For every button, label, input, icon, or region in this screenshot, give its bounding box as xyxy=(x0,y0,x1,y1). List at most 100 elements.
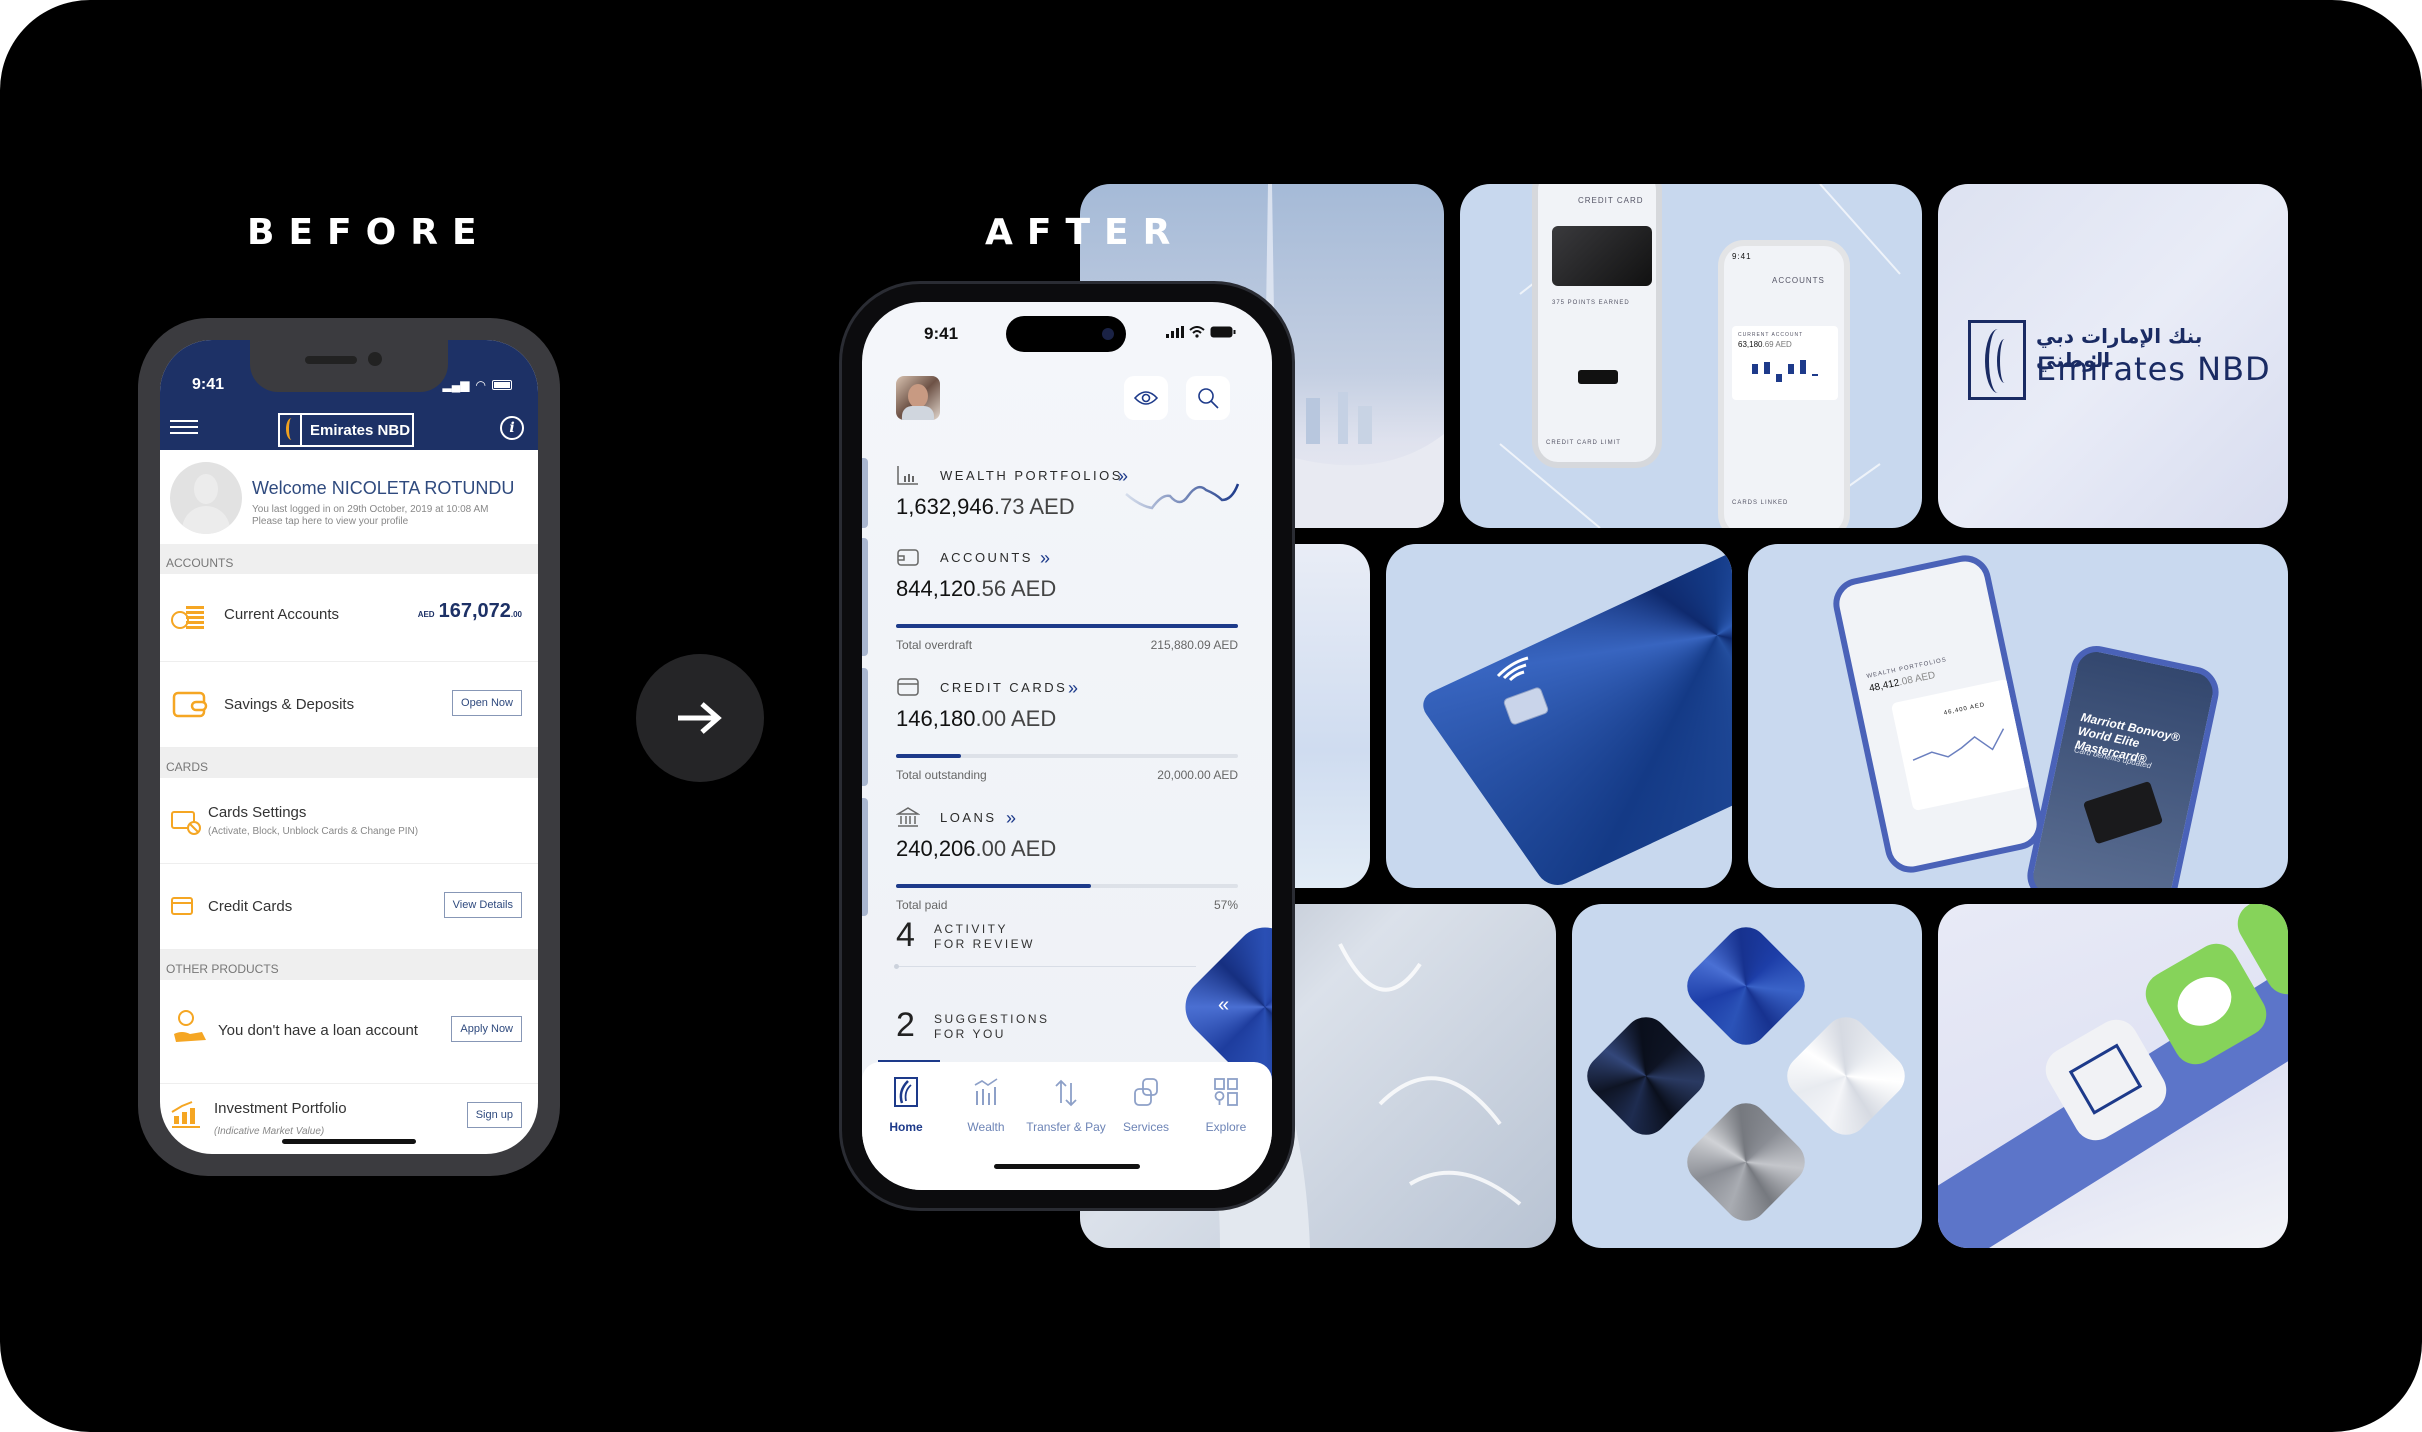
brand-logo: Emirates NBD xyxy=(278,413,414,447)
section-loans[interactable]: LOANS » 240,206.00 AED Total paid 57% xyxy=(862,798,1246,916)
section-other-products: OTHER PRODUCTS xyxy=(160,950,538,980)
explore-grid-icon xyxy=(1214,1078,1238,1106)
home-indicator xyxy=(994,1164,1140,1169)
suggestions-label[interactable]: SUGGESTIONS FOR YOU xyxy=(934,1012,1050,1042)
progress-label: Total overdraft xyxy=(896,638,973,652)
section-credit-cards[interactable]: CREDIT CARDS » 146,180.00 AED Total outs… xyxy=(862,668,1246,786)
progress-value: 20,000.00 AED xyxy=(1157,768,1238,782)
open-now-button[interactable]: Open Now xyxy=(452,690,522,716)
after-phone: 9:41 WEALTH PORTFOLIOS » 1,632,946.73 AE… xyxy=(842,284,1292,1208)
mini-account-card: CURRENT ACCOUNT 63,180.69 AED xyxy=(1732,326,1838,400)
credit-card-icon xyxy=(897,678,919,696)
after-phone-screen: 9:41 WEALTH PORTFOLIOS » 1,632,946.73 AE… xyxy=(862,302,1272,1190)
row-label: Cards Settings xyxy=(208,804,307,821)
chevrons-right-icon[interactable]: » xyxy=(1068,678,1078,699)
wealth-chart-icon xyxy=(897,466,918,485)
home-logo-icon xyxy=(894,1077,918,1107)
mini-phone-card-story: Marriott Bonvoy® World Elite Mastercard®… xyxy=(2022,641,2224,888)
bar-chart-up-icon xyxy=(171,1101,200,1128)
tile-metal-card xyxy=(1386,544,1732,888)
mini-card-image xyxy=(1552,226,1652,286)
marriott-card-image xyxy=(2082,780,2164,845)
divider xyxy=(894,964,1196,969)
chevrons-right-icon[interactable]: » xyxy=(1040,548,1050,569)
sign-up-button[interactable]: Sign up xyxy=(466,1102,522,1128)
apply-now-button[interactable]: Apply Now xyxy=(451,1016,522,1042)
coins-icon xyxy=(171,606,204,629)
search-button[interactable] xyxy=(1186,376,1230,420)
credit-cards-progress-bar xyxy=(896,754,1238,758)
tab-home[interactable]: Home xyxy=(866,1074,946,1134)
activity-count[interactable]: 4 xyxy=(896,916,915,955)
wallet-icon xyxy=(172,691,208,718)
chevrons-right-icon[interactable]: » xyxy=(1006,808,1016,829)
section-title: LOANS xyxy=(940,810,997,825)
accounts-amount: 844,120.56 AED xyxy=(896,576,1057,601)
progress-value: 57% xyxy=(1213,898,1238,912)
wifi-icon: ◠ xyxy=(475,378,486,392)
view-details-button[interactable]: View Details xyxy=(443,892,522,918)
tile-home-screen-icon xyxy=(1938,904,2288,1248)
tab-wealth[interactable]: Wealth xyxy=(946,1074,1026,1134)
row-current-accounts[interactable]: Current Accounts AED 167,072.00 xyxy=(160,574,538,662)
services-icon xyxy=(1134,1078,1158,1106)
dynamic-island xyxy=(1006,316,1126,352)
active-tab-indicator xyxy=(878,1060,940,1062)
section-accounts[interactable]: ACCOUNTS » 844,120.56 AED Total overdraf… xyxy=(862,538,1246,656)
welcome-profile[interactable]: Welcome NICOLETA ROTUNDU You last logged… xyxy=(160,452,538,544)
brand-name: Emirates NBD xyxy=(310,421,411,439)
status-time: 9:41 xyxy=(192,376,225,393)
row-label: Current Accounts xyxy=(224,606,340,623)
wealth-sparkline xyxy=(1125,483,1240,510)
section-title: WEALTH PORTFOLIOS xyxy=(940,468,1123,483)
activity-label[interactable]: ACTIVITY FOR REVIEW xyxy=(934,922,1035,952)
search-icon xyxy=(1198,388,1219,409)
mini-phone-wealth: WEALTH PORTFOLIOS 48,412.08 AED 46,400 A… xyxy=(1828,550,2048,878)
diamond-dark xyxy=(1578,1008,1714,1144)
status-icons: ▂▄▆ ◠ xyxy=(443,378,512,392)
tile-diamond-icons xyxy=(1572,904,1922,1248)
hamburger-menu-icon[interactable] xyxy=(170,420,198,434)
battery-icon xyxy=(492,380,512,390)
row-cards-settings[interactable]: Cards Settings (Activate, Block, Unblock… xyxy=(160,778,538,864)
section-title: ACCOUNTS xyxy=(940,550,1033,565)
before-phone-screen: 9:41 ▂▄▆ ◠ Emirates NBD i Welcome NICOLE… xyxy=(160,340,538,1154)
info-icon[interactable]: i xyxy=(500,416,524,440)
row-savings[interactable]: Savings & Deposits Open Now xyxy=(160,662,538,748)
phone-notch xyxy=(250,340,448,392)
credit-card-icon xyxy=(171,897,193,915)
progress-label: Total paid xyxy=(896,898,948,912)
section-title: CREDIT CARDS xyxy=(940,680,1068,695)
diamond-blue xyxy=(1678,918,1814,1054)
profile-avatar[interactable] xyxy=(896,376,940,420)
row-label: You don't have a loan account xyxy=(218,1022,418,1039)
apple-wallet-badge xyxy=(1578,370,1618,384)
logo-english-text: Emirates NBD xyxy=(2036,350,2271,388)
toggle-visibility-button[interactable] xyxy=(1124,376,1168,420)
suggestions-count[interactable]: 2 xyxy=(896,1006,915,1045)
mini-phone-credit-card: CREDIT CARD 375 POINTS EARNED CREDIT CAR… xyxy=(1532,184,1662,468)
status-icons xyxy=(1166,326,1236,338)
loans-progress-bar xyxy=(896,884,1238,888)
wifi-icon xyxy=(1189,326,1205,338)
last-login-text: You last logged in on 29th October, 2019… xyxy=(252,504,489,527)
glow-outline-decoration xyxy=(1499,184,1901,528)
row-credit-cards[interactable]: Credit Cards View Details xyxy=(160,864,538,950)
diamond-grey xyxy=(1678,1094,1814,1230)
tab-transfer-pay[interactable]: Transfer & Pay xyxy=(1026,1074,1106,1134)
row-label: Investment Portfolio xyxy=(214,1100,347,1117)
after-heading: AFTER xyxy=(985,212,1185,253)
tile-brand-logo: بنك الإمارات دبي الوطني Emirates NBD xyxy=(1938,184,2288,528)
chevrons-left-icon[interactable]: « xyxy=(1218,994,1229,1017)
wealth-chart-icon xyxy=(974,1078,998,1105)
transfer-arrows-icon xyxy=(1055,1079,1077,1107)
section-wealth-portfolios[interactable]: WEALTH PORTFOLIOS » 1,632,946.73 AED xyxy=(862,458,1246,528)
row-loan[interactable]: You don't have a loan account Apply Now xyxy=(160,980,538,1084)
tab-services[interactable]: Services xyxy=(1106,1074,1186,1134)
before-after-arrow xyxy=(636,654,764,782)
tab-explore[interactable]: Explore xyxy=(1186,1074,1266,1134)
avatar xyxy=(170,462,242,534)
logo-mark-icon xyxy=(280,415,302,445)
mini-performance-chart: 46,400 AED xyxy=(1890,678,2032,812)
row-label: Credit Cards xyxy=(208,898,293,915)
